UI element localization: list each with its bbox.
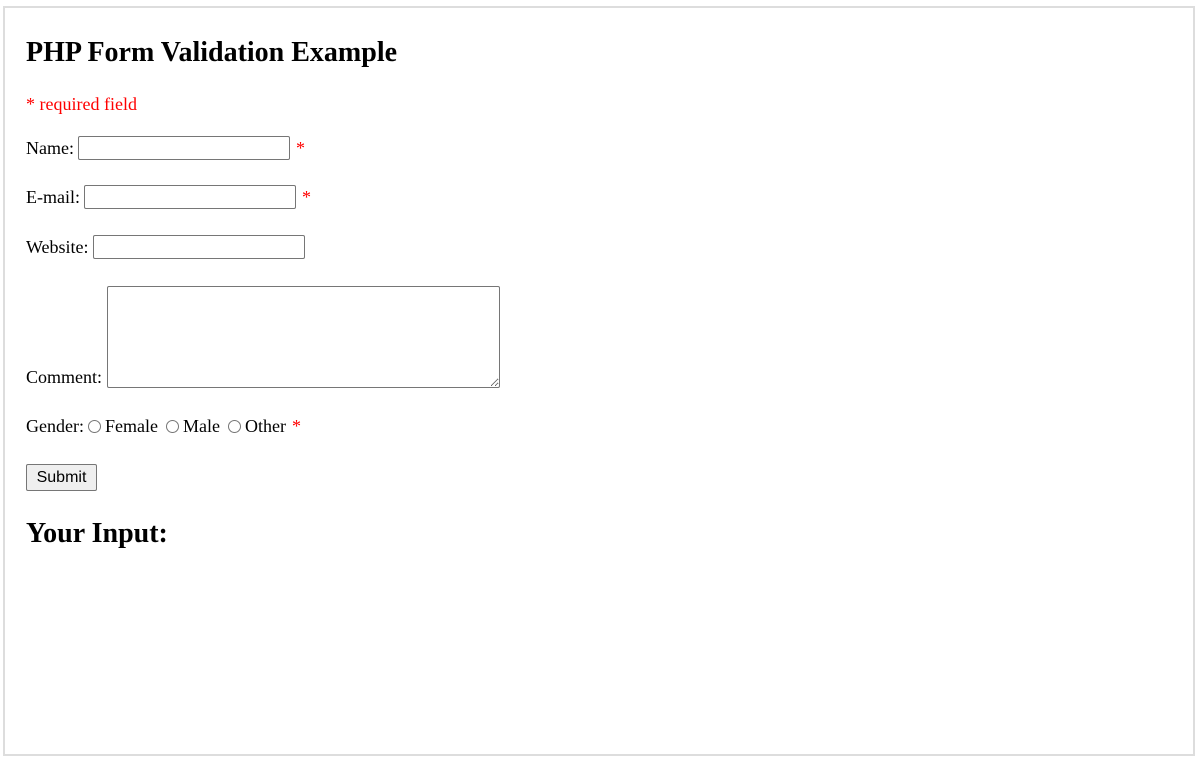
website-label: Website: — [26, 236, 89, 257]
gender-label: Gender: — [26, 416, 84, 436]
gender-required-marker: * — [291, 416, 301, 436]
your-input-heading: Your Input: — [26, 518, 168, 549]
email-label: E-mail: — [26, 186, 80, 207]
email-row: E-mail: * — [26, 185, 311, 209]
email-input[interactable] — [83, 185, 296, 209]
name-label: Name: — [26, 137, 74, 158]
name-row: Name: * — [26, 136, 305, 160]
gender-option-male-label: Male — [182, 416, 220, 436]
gender-option-other-label: Other — [244, 416, 286, 436]
name-input[interactable] — [77, 136, 290, 160]
gender-row: Gender: Female Male Other * — [26, 416, 301, 437]
page-title: PHP Form Validation Example — [26, 37, 398, 68]
gender-radio-female[interactable] — [87, 420, 101, 433]
gender-option-female-label: Female — [104, 416, 158, 436]
website-row: Website: — [26, 235, 305, 259]
page-frame: PHP Form Validation Example * required f… — [3, 6, 1195, 756]
gender-radio-male[interactable] — [165, 420, 179, 433]
comment-textarea[interactable] — [107, 286, 500, 388]
comment-label: Comment: — [26, 367, 102, 387]
website-input[interactable] — [92, 235, 305, 259]
email-required-marker: * — [301, 186, 311, 207]
comment-row: Comment: — [26, 286, 500, 388]
name-required-marker: * — [295, 137, 305, 158]
gender-radio-other[interactable] — [227, 420, 241, 433]
submit-button[interactable]: Submit — [26, 464, 97, 491]
required-field-note: * required field — [26, 94, 137, 114]
